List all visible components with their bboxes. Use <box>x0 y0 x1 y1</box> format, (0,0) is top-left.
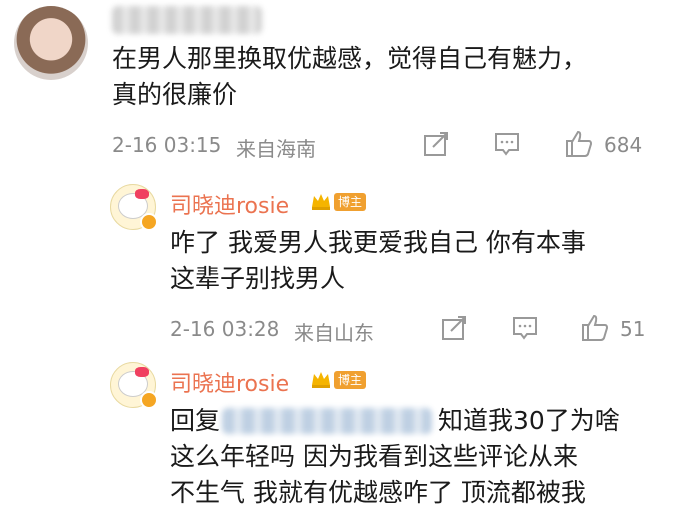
comment-icon[interactable] <box>494 131 520 157</box>
comment-text-line1: 在男人那里换取优越感，觉得自己有魅力， <box>112 44 588 73</box>
blogger-badge: 博主 <box>334 371 367 389</box>
like-count: 51 <box>620 317 646 341</box>
reply-text-line1: 知道我30了为啥 <box>438 406 620 435</box>
reply-username[interactable]: 司晓迪rosie <box>170 366 289 398</box>
reply-text-line2: 这辈子别找男人 <box>170 264 346 293</box>
reply-location: 来自山东 <box>294 321 374 345</box>
reply-username[interactable]: 司晓迪rosie <box>170 188 289 220</box>
comment-location: 来自海南 <box>236 137 316 161</box>
blogger-badge: 博主 <box>334 193 367 211</box>
thumbs-up-icon[interactable] <box>580 313 610 343</box>
comment-text-line2: 真的很廉价 <box>112 80 238 109</box>
crown-icon <box>312 194 330 210</box>
crown-icon <box>312 372 330 388</box>
like-count: 684 <box>604 133 643 157</box>
reply-text-line2: 这么年轻吗 因为我看到这些评论从来 <box>170 442 578 471</box>
share-icon[interactable] <box>423 131 449 157</box>
reply-text-line3: 不生气 我就有优越感咋了 顶流都被我 <box>170 478 586 507</box>
reply-prefix: 回复 <box>170 406 221 435</box>
reply-time: 2-16 03:28 <box>170 317 280 341</box>
commenter-avatar[interactable] <box>14 6 88 80</box>
comment-time: 2-16 03:15 <box>112 133 222 157</box>
verified-badge-icon <box>140 391 158 409</box>
reply-text-line1: 咋了 我爱男人我更爱我自己 你有本事 <box>170 228 586 257</box>
verified-badge-icon <box>140 213 158 231</box>
comment-icon[interactable] <box>512 315 538 341</box>
thumbs-up-icon[interactable] <box>564 129 594 159</box>
blurred-username <box>112 6 262 34</box>
blurred-mention <box>222 408 432 434</box>
share-icon[interactable] <box>441 315 467 341</box>
